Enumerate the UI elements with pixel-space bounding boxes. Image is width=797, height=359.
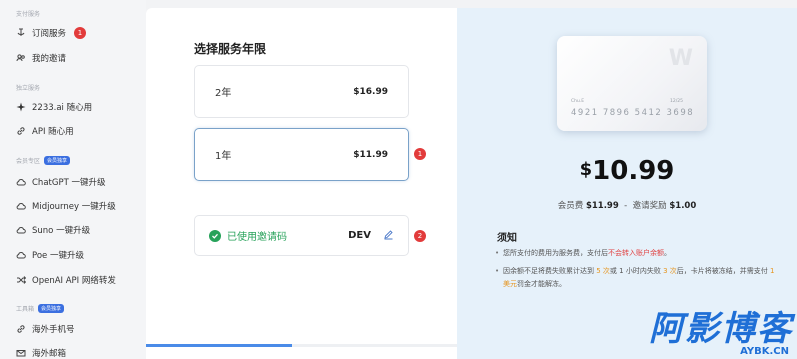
edit-icon[interactable]: [383, 229, 394, 243]
sidebar-item-subscription[interactable]: 订阅服务 1: [16, 24, 87, 42]
option-label: 2年: [215, 88, 232, 99]
section-toolbox: 工具箱 会员独享: [16, 304, 65, 313]
sidebar-item-api[interactable]: API 随心用: [16, 122, 74, 140]
watermark: 阿影博客 AYBK.CN: [649, 309, 793, 357]
option-label: 1年: [215, 151, 232, 162]
sidebar-item-invitations[interactable]: 我的邀请: [16, 49, 66, 67]
cloud-icon: [16, 250, 26, 260]
sidebar-item-chatgpt[interactable]: ChatGPT 一键升级: [16, 173, 105, 191]
sidebar-item-label: 订阅服务: [32, 29, 67, 39]
sidebar-item-label: 海外邮箱: [32, 349, 67, 359]
sidebar: 支付服务 订阅服务 1 我的邀请 独立服务 2233.ai 随心用 API 随心…: [0, 0, 146, 359]
notification-badge: 1: [74, 27, 87, 39]
card-holder: Chu.E: [571, 99, 585, 104]
card-number: 4921 7896 5412 3698: [571, 108, 695, 118]
progress-bar: [146, 344, 457, 347]
sidebar-item-label: 海外手机号: [32, 325, 75, 335]
invite-code-box: 已使用邀请码 DEV: [194, 215, 409, 256]
sidebar-item-openai-api[interactable]: OpenAI API 网络转发: [16, 271, 116, 289]
subscribe-icon: [16, 28, 26, 38]
section-independent: 独立服务: [16, 85, 41, 92]
sidebar-item-label: 2233.ai 随心用: [32, 103, 93, 113]
shuffle-icon: [16, 275, 26, 285]
annotation-badge-1: 1: [414, 148, 426, 160]
option-price: $11.99: [353, 149, 388, 160]
option-1-year[interactable]: 1年 $11.99: [194, 128, 409, 181]
notice-title: 须知: [497, 233, 517, 244]
sidebar-item-overseas-phone[interactable]: 海外手机号: [16, 320, 75, 338]
sidebar-item-suno[interactable]: Suno 一键升级: [16, 221, 90, 239]
mail-icon: [16, 348, 26, 358]
option-price: $16.99: [353, 86, 388, 97]
notice-item-1: 您所支付的费用为服务费，支付后不会转入账户余额。: [495, 247, 778, 260]
members-only-tag: 会员独享: [44, 156, 71, 165]
sidebar-item-label: Suno 一键升级: [32, 226, 91, 236]
price-breakdown: 会员费 $11.99 - 邀请奖励 $1.00: [557, 201, 697, 211]
invite-code: DEV: [348, 230, 371, 241]
sidebar-item-label: 我的邀请: [32, 54, 67, 64]
link-icon: [16, 324, 26, 334]
annotation-badge-2: 2: [414, 230, 426, 242]
section-payment: 支付服务: [16, 11, 41, 18]
cloud-icon: [16, 177, 26, 187]
sidebar-item-midjourney[interactable]: Midjourney 一键升级: [16, 197, 116, 215]
sidebar-item-label: Poe 一键升级: [32, 251, 84, 261]
sidebar-item-label: API 随心用: [32, 127, 74, 137]
option-2-years[interactable]: 2年 $16.99: [194, 65, 409, 118]
sidebar-item-overseas-mail[interactable]: 海外邮箱: [16, 344, 66, 359]
sidebar-item-label: ChatGPT 一键升级: [32, 178, 106, 188]
progress-fill: [146, 344, 292, 347]
users-icon: [16, 53, 26, 63]
card-logo: W: [668, 46, 693, 71]
sidebar-item-2233ai[interactable]: 2233.ai 随心用: [16, 98, 92, 116]
link-icon: [16, 126, 26, 136]
members-only-tag: 会员独享: [38, 304, 65, 313]
page-title: 选择服务年限: [194, 42, 267, 56]
sidebar-item-label: Midjourney 一键升级: [32, 202, 116, 212]
plan-selection-panel: 选择服务年限 2年 $16.99 1年 $11.99 1 已使用邀请码 DEV …: [146, 8, 457, 359]
cloud-icon: [16, 201, 26, 211]
sparkle-icon: [16, 102, 26, 112]
sidebar-item-label: OpenAI API 网络转发: [32, 276, 116, 286]
card-expiry: 12/25: [670, 99, 683, 104]
total-price: $10.99: [579, 156, 675, 186]
check-circle-icon: [209, 229, 221, 242]
order-summary-panel: W Chu.E 12/25 4921 7896 5412 3698 $10.99…: [457, 8, 797, 359]
notice-item-2: 因余额不足将费失败累计达到 5 次或 1 小时内失败 3 次后，卡片将被冻结，并…: [495, 265, 778, 291]
cloud-icon: [16, 225, 26, 235]
card-illustration: W Chu.E 12/25 4921 7896 5412 3698: [557, 36, 707, 131]
sidebar-item-poe[interactable]: Poe 一键升级: [16, 246, 84, 264]
section-members: 会员专区 会员独享: [16, 156, 71, 165]
invite-status-label: 已使用邀请码: [227, 232, 287, 243]
